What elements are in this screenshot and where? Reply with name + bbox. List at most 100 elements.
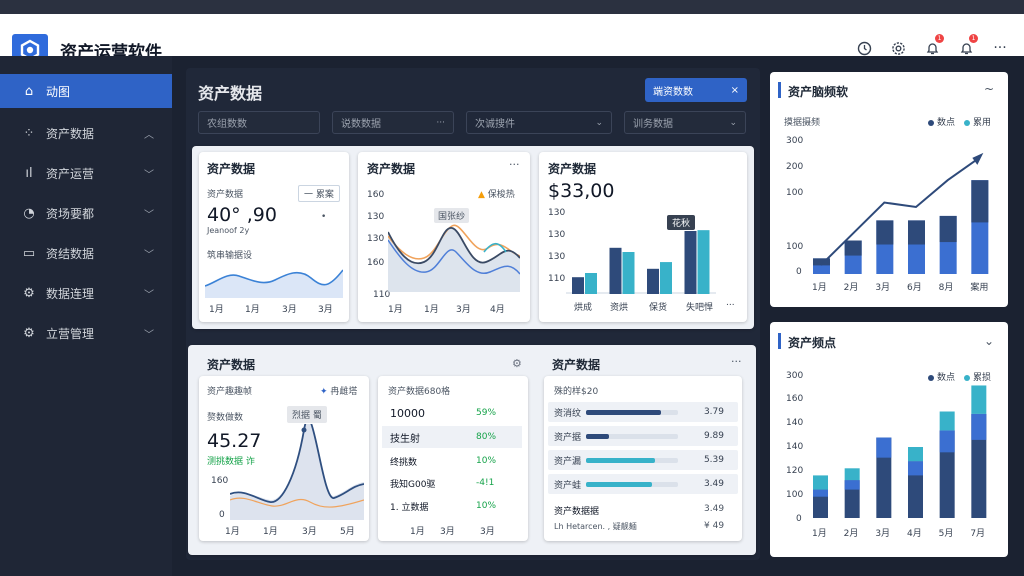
search-icon[interactable]: [854, 38, 874, 58]
bar: [971, 180, 989, 223]
chevron-down-icon: ﹀: [144, 289, 154, 301]
x-tick: 3月: [456, 305, 471, 315]
bar: [971, 413, 987, 440]
y-tick: 100: [786, 188, 804, 198]
x-tick: 2月: [843, 283, 859, 293]
bar: [844, 468, 860, 481]
more-icon[interactable]: ···: [509, 158, 520, 171]
y-tick: 200: [786, 162, 804, 172]
y-tick: 130: [367, 212, 385, 222]
sidebar-item-home[interactable]: ⌂ 动图: [0, 74, 172, 108]
card-6-title: 资产数据: [552, 358, 601, 372]
progress-row[interactable]: 资产漏 5.39: [548, 450, 738, 470]
y-tick: 120: [786, 466, 804, 476]
progress-row[interactable]: 资消纹 3.79: [548, 402, 738, 422]
list-item-label: 10000: [390, 406, 425, 420]
legend-dot: [964, 119, 970, 126]
list-item-value: 59%: [476, 408, 497, 418]
sidebar-item-asset-data[interactable]: ⁘ 资产数据 ︿: [0, 116, 172, 150]
gear-icon[interactable]: [888, 38, 908, 58]
card-1-subvalue: Jeanoof 2y: [207, 226, 250, 235]
bar: [813, 489, 828, 497]
card-3-title: 资产数据: [548, 162, 597, 176]
chevron-icon[interactable]: ~: [984, 82, 994, 96]
notification-icon[interactable]: 1: [956, 34, 978, 58]
list-item-value: -4!1: [476, 478, 495, 488]
y-tick: 140: [786, 442, 804, 452]
card-5-header: 资产数据680格: [388, 387, 451, 397]
list-item-value: 10%: [476, 501, 497, 511]
y-tick: 160: [211, 476, 229, 486]
bar: [939, 430, 955, 453]
bell-icon[interactable]: 1: [922, 34, 944, 58]
sidebar-item-3[interactable]: ◔ 资场要都 ﹀: [0, 196, 172, 230]
card-4-chart: [230, 424, 364, 520]
progress-value: 3.79: [703, 407, 724, 417]
x-tick: 3月: [440, 527, 455, 537]
card-6-footer-label: 资产数据据: [554, 507, 600, 517]
filter-label: 训务数据: [633, 119, 673, 130]
close-icon: ×: [730, 84, 739, 96]
y-tick: 130: [367, 234, 385, 244]
bar: [908, 461, 923, 476]
sidebar-item-5[interactable]: ⚙ 数据连理 ﹀: [0, 276, 172, 310]
chevron-down-icon[interactable]: ⌄: [984, 334, 994, 348]
gear-icon[interactable]: ⚙: [512, 357, 522, 370]
bar: [939, 411, 955, 431]
list-item-label: 我知G00驱: [390, 479, 436, 490]
progress-value: 9.89: [703, 431, 724, 441]
filter-4[interactable]: 训务数据 ⌄: [624, 111, 746, 134]
bar: [660, 262, 672, 294]
sidebar-item-6[interactable]: ⚙ 立营管理 ﹀: [0, 316, 172, 350]
card-1-tag[interactable]: 一 累案: [298, 185, 340, 202]
more-icon[interactable]: ...: [726, 298, 735, 308]
list-item-label: 1. 立数据: [390, 502, 429, 513]
primary-button[interactable]: 端资数数 ×: [645, 78, 747, 102]
list-item[interactable]: 10000 59%: [382, 402, 522, 424]
card-3-bar-chart: [566, 230, 716, 294]
progress-fill: [586, 457, 655, 463]
card-6-header: 殊的样$20: [554, 387, 599, 397]
filter-1[interactable]: 农组数数: [198, 111, 320, 134]
sidebar-item-4[interactable]: ▭ 资结数据 ﹀: [0, 236, 172, 270]
x-tick: 烘成: [574, 303, 593, 313]
list-item-label: 终挑数: [390, 457, 418, 468]
chevron-down-icon: ﹀: [144, 329, 154, 341]
card-6-footer-value: 3.49: [704, 504, 725, 514]
x-tick: 4月: [490, 305, 505, 315]
card-1-dot: •: [321, 212, 327, 222]
list-item[interactable]: 1. 立数据 10%: [382, 495, 522, 517]
filter-3[interactable]: 次诚搜件 ⌄: [466, 111, 612, 134]
more-icon[interactable]: ···: [990, 38, 1010, 58]
right-card-1-title: 资产脑频软: [788, 85, 849, 99]
list-item[interactable]: 终挑数 10%: [382, 450, 522, 472]
card-4-tooltip: 烈据 蜀: [287, 406, 327, 423]
progress-row[interactable]: 资产据 9.89: [548, 426, 738, 446]
card-2-tooltip: 国张纱: [434, 208, 470, 223]
more-icon[interactable]: ···: [731, 355, 742, 368]
sidebar-item-label: 资结数据: [46, 246, 95, 261]
x-tick: 7月: [970, 529, 986, 539]
x-tick: 1月: [812, 283, 827, 293]
card-2-legend: ▲ 保梭热: [478, 190, 515, 200]
x-tick: 5月: [340, 527, 355, 537]
y-tick: 110: [548, 274, 566, 284]
legend-label: 数点: [937, 118, 956, 128]
bar: [647, 268, 659, 294]
progress-fill: [586, 409, 662, 415]
list-item[interactable]: 技生射 80%: [382, 426, 522, 448]
page-title: 资产数据: [198, 84, 263, 103]
filter-label: 次诚搜件: [475, 119, 515, 130]
y-tick: 140: [786, 418, 804, 428]
sidebar-item-asset-ops[interactable]: ıl 资产运营 ﹀: [0, 156, 172, 190]
x-tick: 1月: [410, 527, 425, 537]
x-tick: 资烘: [610, 303, 629, 313]
y-tick: 300: [786, 371, 804, 381]
list-item-value: 80%: [476, 432, 497, 442]
filter-2[interactable]: 说数数据 ···: [332, 111, 454, 134]
bar: [585, 273, 597, 294]
progress-value: 5.39: [703, 455, 724, 465]
progress-row[interactable]: 资产蛙 3.49: [548, 474, 738, 494]
card-4-subtitle: 资产趣趣帧: [207, 387, 253, 397]
list-item[interactable]: 我知G00驱 -4!1: [382, 472, 522, 494]
